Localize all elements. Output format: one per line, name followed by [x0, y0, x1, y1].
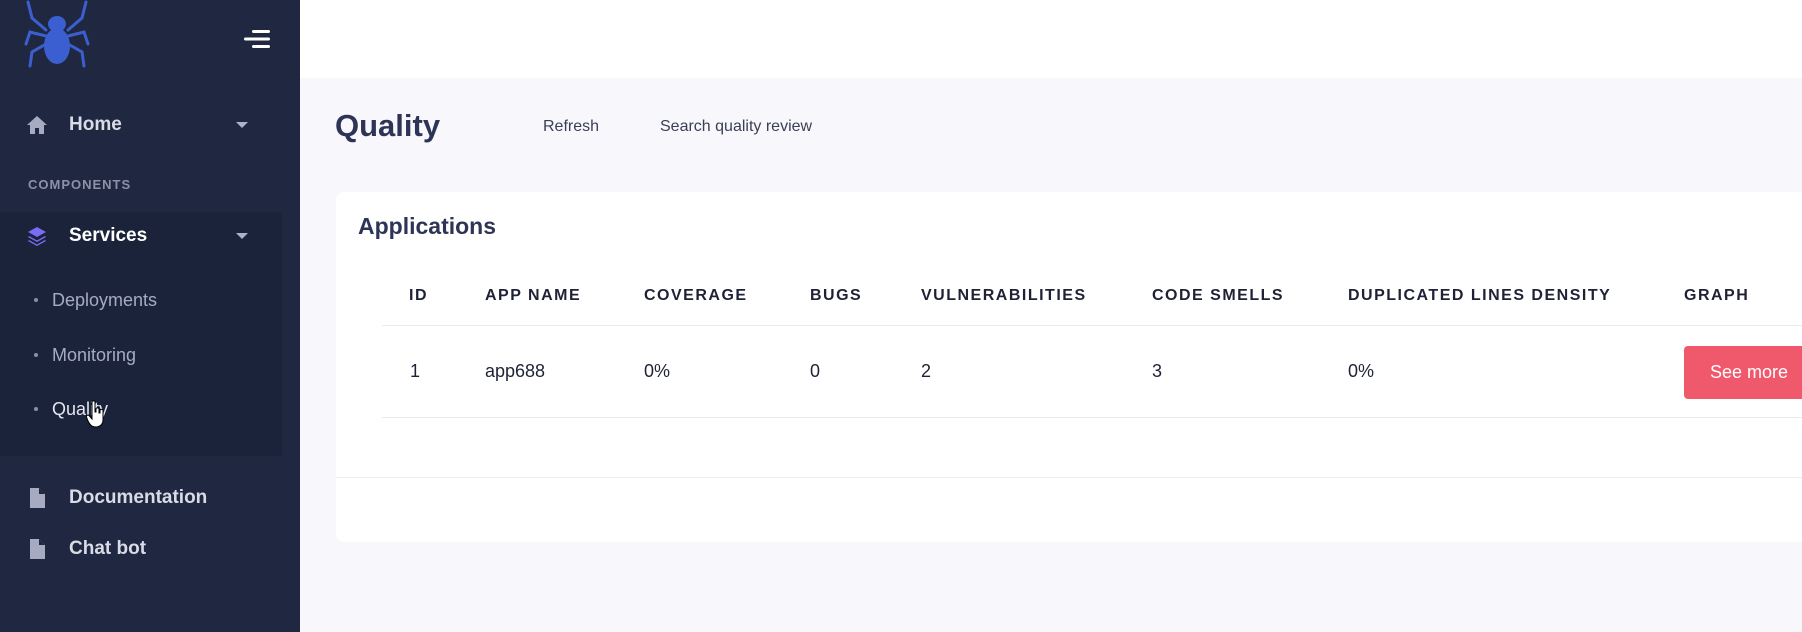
section-label: COMPONENTS	[28, 177, 132, 192]
file-icon	[26, 487, 48, 509]
card-footer-divider	[336, 477, 1802, 478]
column-header-duplicated-lines-density: DUPLICATED LINES DENSITY	[1348, 287, 1612, 304]
chevron-down-icon	[236, 233, 248, 239]
sidebar-item-label: Chat bot	[69, 538, 147, 559]
column-header-code-smells: CODE SMELLS	[1152, 287, 1285, 304]
cell-bugs: 0	[810, 361, 821, 381]
sidebar-subitem-label: Deployments	[52, 289, 158, 310]
menu-toggle-icon[interactable]	[242, 28, 270, 50]
sidebar-item-label: Services	[69, 225, 148, 246]
chevron-down-icon	[236, 122, 248, 128]
sidebar-subitem-deployments[interactable]: Deployments	[0, 280, 282, 320]
cell-coverage: 0%	[644, 361, 671, 381]
hand-cursor-icon	[86, 400, 104, 428]
bullet-icon	[34, 298, 38, 302]
sidebar-subitem-quality[interactable]: Quality	[0, 389, 282, 429]
home-icon	[26, 114, 48, 136]
cell-duplicated-lines-density: 0%	[1348, 361, 1375, 381]
column-header-coverage: COVERAGE	[644, 287, 748, 304]
column-header-graph: GRAPH	[1684, 287, 1750, 304]
top-bar	[300, 0, 1802, 78]
sidebar-item-services[interactable]: Services	[0, 212, 300, 260]
cell-id: 1	[410, 361, 421, 381]
sidebar-item-documentation[interactable]: Documentation	[0, 474, 300, 522]
sidebar-item-label: Documentation	[69, 487, 208, 508]
sidebar-item-label: Home	[69, 114, 122, 135]
card-title: Applications	[358, 213, 497, 239]
sidebar-subitem-label: Monitoring	[52, 344, 137, 365]
page-title: Quality	[335, 108, 441, 143]
file-icon	[26, 538, 48, 560]
sidebar: Home COMPONENTS Services Deployments Mon…	[0, 0, 300, 632]
bullet-icon	[34, 353, 38, 357]
cell-code-smells: 3	[1152, 361, 1163, 381]
row-divider	[382, 325, 1802, 326]
column-header-vulnerabilities: VULNERABILITIES	[921, 287, 1087, 304]
column-header-id: ID	[409, 287, 428, 304]
search-quality-review-link[interactable]: Search quality review	[660, 118, 812, 136]
sidebar-item-home[interactable]: Home	[0, 101, 300, 149]
bullet-icon	[34, 407, 38, 411]
column-header-bugs: BUGS	[810, 287, 863, 304]
layers-icon	[26, 225, 48, 247]
see-more-button[interactable]: See more	[1684, 346, 1802, 399]
sidebar-item-chatbot[interactable]: Chat bot	[0, 525, 300, 573]
spider-logo[interactable]	[24, 0, 90, 74]
column-header-app-name: APP NAME	[485, 287, 582, 304]
sidebar-subitem-monitoring[interactable]: Monitoring	[0, 335, 282, 375]
refresh-link[interactable]: Refresh	[543, 118, 599, 136]
applications-card	[336, 192, 1802, 542]
cell-app-name: app688	[485, 361, 546, 381]
cell-vulnerabilities: 2	[921, 361, 932, 381]
row-divider	[382, 417, 1802, 418]
